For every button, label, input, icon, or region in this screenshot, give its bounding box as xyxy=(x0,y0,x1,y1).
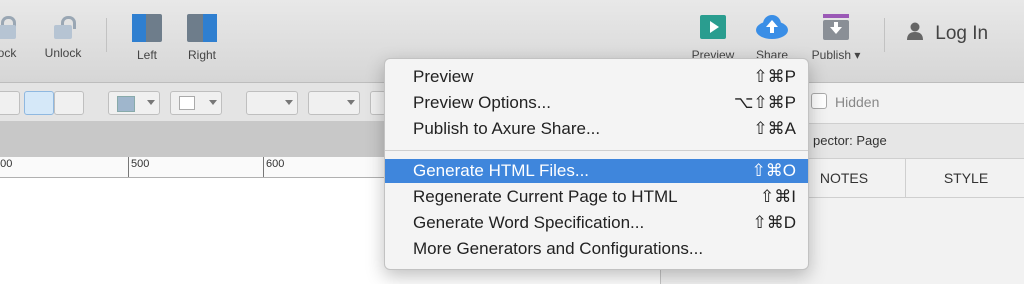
menu-item-label: Preview xyxy=(413,67,474,86)
align-justify-button[interactable] xyxy=(54,91,84,115)
hidden-label: Hidden xyxy=(835,94,880,110)
menu-item-shortcut: ⇧⌘I xyxy=(760,187,796,206)
share-button[interactable]: Share xyxy=(752,14,792,62)
publish-button[interactable]: Publish ▾ xyxy=(806,14,866,62)
menu-item-label: Generate HTML Files... xyxy=(413,161,590,180)
menu-item-label: Generate Word Specification... xyxy=(413,213,645,232)
menu-item-shortcut: ⇧⌘D xyxy=(752,213,796,232)
right-pane-icon xyxy=(187,14,217,42)
toolbar-divider xyxy=(884,18,885,52)
menu-item-publish-axure-share[interactable]: Publish to Axure Share... ⇧⌘A xyxy=(385,117,808,141)
right-label: Right xyxy=(187,48,216,62)
ruler-mark: 400 xyxy=(0,158,13,170)
play-icon xyxy=(698,14,728,40)
shadow-dropdown[interactable] xyxy=(170,91,222,115)
unlock-icon xyxy=(52,14,76,40)
login-label: Log In xyxy=(935,23,989,44)
menu-separator xyxy=(385,150,808,151)
menu-item-preview-options[interactable]: Preview Options... ⌥⇧⌘P xyxy=(385,91,808,115)
menu-item-regenerate-page[interactable]: Regenerate Current Page to HTML ⇧⌘I xyxy=(385,185,808,209)
menu-item-more-generators[interactable]: More Generators and Configurations... xyxy=(385,237,808,261)
unlock-label: Unlock xyxy=(44,46,82,60)
tab-style[interactable]: STYLE xyxy=(905,159,1024,197)
ruler-mark: 600 xyxy=(266,158,285,170)
login-button[interactable]: Log In xyxy=(906,22,988,45)
publish-label: Publish ▾ xyxy=(811,48,861,62)
line-color-dropdown[interactable] xyxy=(246,91,298,115)
menu-item-label: More Generators and Configurations... xyxy=(413,239,704,258)
lock-button[interactable]: ock xyxy=(0,14,22,60)
unlock-button[interactable]: Unlock xyxy=(40,14,86,60)
align-button[interactable] xyxy=(0,91,20,115)
menu-item-generate-word[interactable]: Generate Word Specification... ⇧⌘D xyxy=(385,211,808,235)
publish-icon xyxy=(821,14,851,40)
hidden-checkbox[interactable]: Hidden xyxy=(811,93,879,110)
menu-item-generate-html[interactable]: Generate HTML Files... ⇧⌘O xyxy=(385,159,808,183)
align-center-button[interactable] xyxy=(24,91,54,115)
lock-label: ock xyxy=(0,46,17,60)
left-pane-icon xyxy=(132,14,162,42)
toolbar-divider xyxy=(106,18,107,52)
cloud-upload-icon xyxy=(756,14,788,40)
align-left-button[interactable]: Left xyxy=(130,14,164,62)
menu-item-label: Regenerate Current Page to HTML xyxy=(413,187,678,206)
checkbox[interactable] xyxy=(811,93,827,109)
menu-item-label: Publish to Axure Share... xyxy=(413,119,601,138)
menu-item-shortcut: ⇧⌘P xyxy=(753,67,796,86)
align-right-button[interactable]: Right xyxy=(184,14,220,62)
line-style-dropdown[interactable] xyxy=(308,91,360,115)
menu-item-shortcut: ⌥⇧⌘P xyxy=(733,93,796,112)
menu-item-shortcut: ⇧⌘A xyxy=(753,119,796,138)
menu-item-label: Preview Options... xyxy=(413,93,551,112)
ruler-mark: 500 xyxy=(131,158,150,170)
left-label: Left xyxy=(136,48,157,62)
menu-item-preview[interactable]: Preview ⇧⌘P xyxy=(385,65,808,89)
publish-menu: Preview ⇧⌘P Preview Options... ⌥⇧⌘P Publ… xyxy=(384,58,809,270)
preview-button[interactable]: Preview xyxy=(688,14,738,62)
fill-color-dropdown[interactable] xyxy=(108,91,160,115)
menu-item-shortcut: ⇧⌘O xyxy=(751,161,796,180)
lock-icon xyxy=(0,14,18,40)
user-icon xyxy=(907,22,923,40)
